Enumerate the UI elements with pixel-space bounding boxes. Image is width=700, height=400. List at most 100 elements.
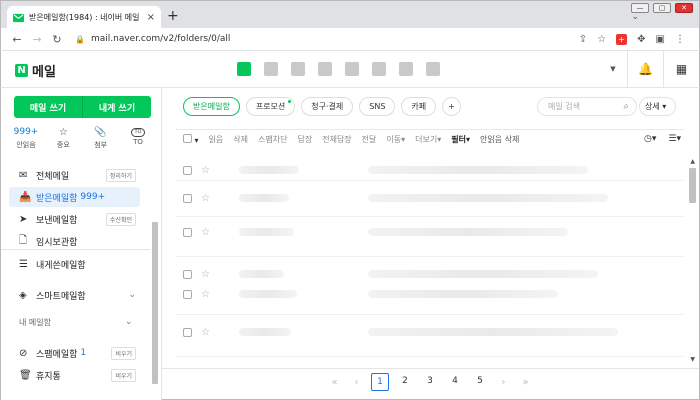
puzzle-icon[interactable]: ✥ [637,34,645,45]
bookmark-star-icon[interactable]: ☆ [597,34,606,45]
new-tab-button[interactable]: + [167,8,179,24]
clock-icon[interactable]: ◷▾ [644,134,656,144]
folder-to-me[interactable]: ☰ 내게쓴메일함 [9,254,140,274]
forward-button[interactable]: 전달 [362,134,377,145]
side-panel-icon[interactable]: ▣ [656,34,665,45]
filter-sns[interactable]: SNS [359,97,396,116]
star-icon[interactable]: ☆ [201,227,210,238]
tab-search-icon[interactable]: ⌄ [631,12,639,22]
contacts-service-icon[interactable] [291,62,305,76]
filter-promotion[interactable]: 프로모션 [245,97,296,116]
write-to-me-button[interactable]: 내게 쓰기 [83,96,151,118]
detail-search-button[interactable]: 상세 ▾ [639,97,676,116]
page-button[interactable]: 1 [371,373,389,391]
mail-row[interactable]: ☆ [183,322,683,342]
last-page-icon[interactable]: » [518,377,533,388]
star-icon[interactable]: ☆ [201,269,210,280]
close-window-button[interactable]: ✕ [675,3,693,13]
row-checkbox[interactable] [183,227,192,237]
first-page-icon[interactable]: « [327,377,342,388]
mark-read-button[interactable]: 읽음 [209,134,224,145]
chevron-down-icon[interactable]: ⌄ [128,290,136,300]
folder-smart[interactable]: ◈ 스마트메일함 ⌄ [9,285,140,305]
organize-button[interactable]: 정리하기 [105,168,136,182]
mail-service-icon[interactable] [237,62,251,76]
folder-sent[interactable]: ➤ 보낸메일함 수신확인 [9,209,140,229]
quick-unread[interactable]: 999+ 안읽음 [9,126,43,150]
star-icon[interactable]: ☆ [201,165,210,176]
bookmark-service-icon[interactable] [426,62,440,76]
mail-row[interactable]: ☆ [183,222,683,242]
page-button[interactable]: 2 [396,373,414,391]
mail-search-input[interactable]: 메일 검색 ⌕ [537,97,637,116]
mail-row[interactable]: ☆ [183,160,683,180]
empty-trash-button[interactable]: 비우기 [111,368,136,382]
reload-button[interactable]: ↻ [47,33,67,46]
extension-icon[interactable]: + [616,33,628,45]
row-checkbox[interactable] [183,269,192,279]
quick-to[interactable]: TO TO [121,126,155,150]
naver-mail-logo[interactable]: N 메일 [15,61,56,80]
services-dropdown-icon[interactable]: ▼ [599,65,627,73]
star-icon[interactable]: ☆ [201,327,210,338]
mail-list-scrollbar[interactable] [689,168,696,203]
folder-inbox[interactable]: 📥 받은메일함 999+ [9,187,140,207]
filter-billing[interactable]: 청구·결제 [301,97,354,116]
back-button[interactable]: ← [7,33,27,46]
memo-service-icon[interactable] [318,62,332,76]
reply-all-button[interactable]: 전체답장 [322,134,351,145]
folder-spam[interactable]: ⊘ 스팸메일함 1 비우기 [9,343,140,363]
sidebar-scrollbar[interactable] [152,222,158,384]
forward-button[interactable]: → [27,33,47,46]
add-filter-button[interactable]: + [442,97,462,116]
mybox-service-icon[interactable] [399,62,413,76]
mail-row[interactable]: ☆ [183,188,683,208]
share-icon[interactable]: ⇪ [579,34,587,45]
photo-service-icon[interactable] [372,62,386,76]
delete-unread-button[interactable]: 안읽음 삭제 [480,134,519,145]
quick-important[interactable]: ☆ 중요 [46,126,80,150]
quick-attachment[interactable]: 📎 첨부 [84,126,118,150]
minimize-button[interactable]: — [631,3,649,13]
prev-page-icon[interactable]: ‹ [349,377,364,388]
filter-cafe[interactable]: 카페 [401,97,437,116]
tab-close-icon[interactable]: × [147,12,155,23]
calendar-service-icon[interactable] [264,62,278,76]
page-button[interactable]: 3 [421,373,439,391]
mail-row[interactable]: ☆ [183,284,683,304]
page-button[interactable]: 4 [446,373,464,391]
row-checkbox[interactable] [183,327,192,337]
menu-dots-icon[interactable]: ⋮ [675,34,685,45]
star-icon[interactable]: ☆ [201,289,210,300]
more-button[interactable]: 더보기▾ [415,134,441,145]
write-mail-button[interactable]: 메일 쓰기 [14,96,83,118]
mail-row[interactable]: ☆ [183,264,683,284]
folder-all-mail[interactable]: ✉ 전체메일 정리하기 [9,165,140,185]
empty-spam-button[interactable]: 비우기 [111,346,136,360]
app-grid-icon[interactable]: ▦ [663,51,699,87]
folder-trash[interactable]: 🗑 휴지통 비우기 [9,365,140,385]
read-receipt-button[interactable]: 수신확인 [105,212,136,226]
scroll-down-arrow[interactable]: ▼ [690,356,695,363]
page-button[interactable]: 5 [471,373,489,391]
list-layout-icon[interactable]: ☰▾ [668,134,681,144]
restore-button[interactable]: ▢ [653,3,671,13]
delete-button[interactable]: 삭제 [233,134,248,145]
address-bar[interactable]: 🔒 mail.naver.com/v2/folders/0/all [75,34,579,44]
notification-bell-icon[interactable]: 🔔 [627,51,663,87]
search-icon[interactable]: ⌕ [623,98,629,115]
star-icon[interactable]: ☆ [201,193,210,204]
row-checkbox[interactable] [183,165,192,175]
office-service-icon[interactable] [345,62,359,76]
block-spam-button[interactable]: 스팸차단 [258,134,287,145]
browser-tab[interactable]: 받은메일함(1984) : 네이버 메일 × [7,6,161,29]
scroll-up-arrow[interactable]: ▲ [690,158,695,165]
chevron-down-icon[interactable]: ⌄ [125,317,133,327]
move-button[interactable]: 이동▾ [386,134,405,145]
reply-button[interactable]: 답장 [297,134,312,145]
filter-button[interactable]: 필터▾ [451,134,470,145]
row-checkbox[interactable] [183,193,192,203]
filter-inbox[interactable]: 받은메일함 [183,97,240,116]
select-all-checkbox[interactable]: ▾ [183,134,199,145]
row-checkbox[interactable] [183,289,192,299]
